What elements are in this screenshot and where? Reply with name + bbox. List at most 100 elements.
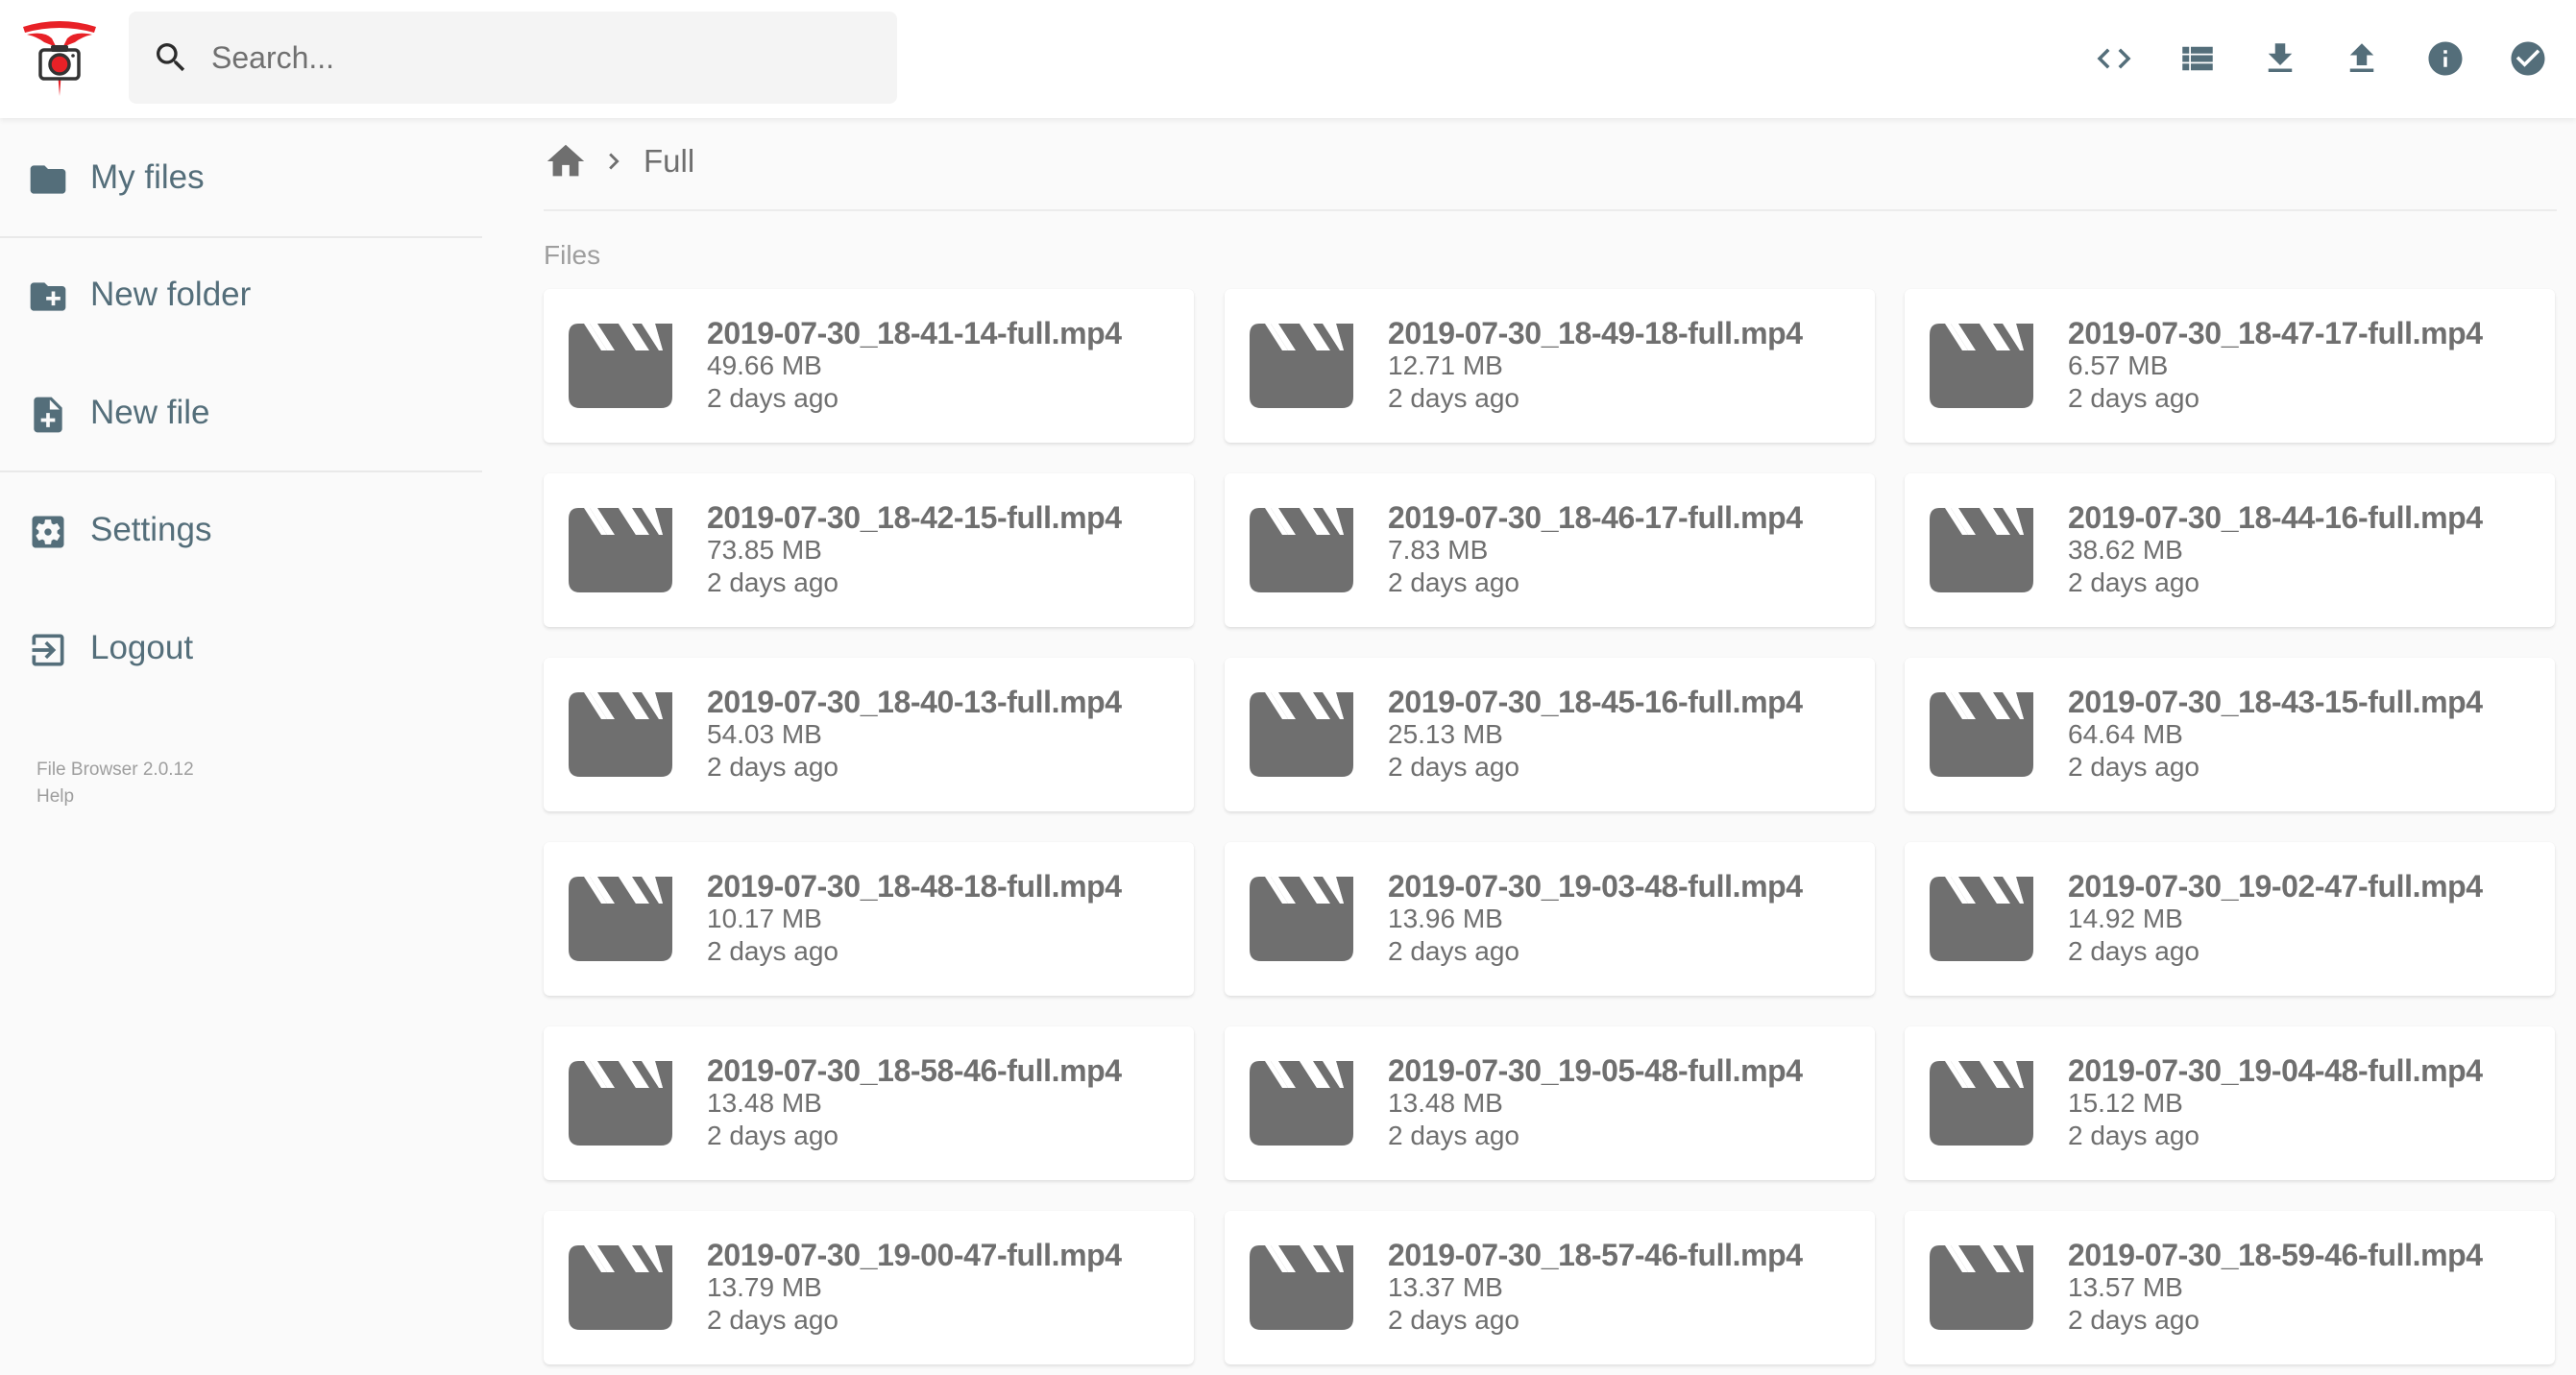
movie-icon [1250, 1061, 1353, 1146]
file-name: 2019-07-30_18-46-17-full.mp4 [1388, 500, 1803, 535]
file-item[interactable]: 2019-07-30_19-03-48-full.mp4 13.96 MB 2 … [1225, 842, 1875, 996]
file-modified: 2 days ago [2068, 1305, 2199, 1335]
movie-icon [1250, 324, 1353, 408]
sidebar-item-settings[interactable]: Settings [0, 492, 482, 568]
exit-to-app-icon [27, 629, 69, 671]
file-size: 25.13 MB [1388, 719, 1503, 749]
sidebar-item-label: My files [90, 158, 205, 196]
app-logo[interactable] [19, 17, 100, 96]
file-item[interactable]: 2019-07-30_18-46-17-full.mp4 7.83 MB 2 d… [1225, 473, 1875, 627]
file-item[interactable]: 2019-07-30_18-59-46-full.mp4 13.57 MB 2 … [1905, 1211, 2555, 1364]
file-name: 2019-07-30_19-03-48-full.mp4 [1388, 869, 1803, 904]
breadcrumb-divider [544, 209, 2557, 211]
file-name: 2019-07-30_18-59-46-full.mp4 [2068, 1238, 2483, 1272]
select-multiple-button[interactable] [2508, 38, 2548, 79]
file-item[interactable]: 2019-07-30_19-00-47-full.mp4 13.79 MB 2 … [544, 1211, 1194, 1364]
file-size: 54.03 MB [707, 719, 822, 749]
download-button[interactable] [2260, 38, 2300, 79]
credits: File Browser 2.0.12 Help [36, 757, 194, 810]
file-name: 2019-07-30_18-48-18-full.mp4 [707, 869, 1122, 904]
file-modified: 2 days ago [1388, 1121, 1519, 1150]
sidebar-item-logout[interactable]: Logout [0, 610, 482, 687]
file-size: 15.12 MB [2068, 1088, 2183, 1118]
file-name: 2019-07-30_19-05-48-full.mp4 [1388, 1053, 1803, 1088]
file-name: 2019-07-30_18-58-46-full.mp4 [707, 1053, 1122, 1088]
movie-icon [1930, 877, 2033, 961]
section-label: Files [544, 240, 601, 270]
file-name: 2019-07-30_18-41-14-full.mp4 [707, 316, 1122, 350]
sidebar: My files New folder New file Settings Lo… [0, 118, 482, 1375]
movie-icon [1930, 508, 2033, 592]
file-item[interactable]: 2019-07-30_18-42-15-full.mp4 73.85 MB 2 … [544, 473, 1194, 627]
file-modified: 2 days ago [2068, 752, 2199, 782]
file-item[interactable]: 2019-07-30_18-41-14-full.mp4 49.66 MB 2 … [544, 289, 1194, 443]
sidebar-item-my-files[interactable]: My files [0, 139, 482, 216]
search-input[interactable] [211, 12, 874, 104]
file-item[interactable]: 2019-07-30_19-04-48-full.mp4 15.12 MB 2 … [1905, 1026, 2555, 1180]
create-new-folder-icon [27, 276, 69, 318]
sidebar-item-new-file[interactable]: New file [0, 374, 482, 451]
breadcrumb-current[interactable]: Full [644, 143, 694, 180]
breadcrumb: Full [544, 134, 694, 188]
check-circle-icon [2511, 41, 2545, 76]
switch-view-button[interactable] [2177, 38, 2218, 79]
file-item[interactable]: 2019-07-30_19-05-48-full.mp4 13.48 MB 2 … [1225, 1026, 1875, 1180]
info-button[interactable] [2425, 38, 2466, 79]
movie-icon [569, 1061, 672, 1146]
folder-icon [27, 158, 69, 201]
file-size: 64.64 MB [2068, 719, 2183, 749]
file-name: 2019-07-30_19-02-47-full.mp4 [2068, 869, 2483, 904]
code-icon [2097, 48, 2131, 69]
file-modified: 2 days ago [707, 1305, 838, 1335]
file-modified: 2 days ago [1388, 936, 1519, 966]
view-list-icon [2182, 46, 2213, 71]
code-button[interactable] [2094, 38, 2134, 79]
file-name: 2019-07-30_18-44-16-full.mp4 [2068, 500, 2483, 535]
version-text: File Browser 2.0.12 [36, 760, 194, 780]
file-size: 12.71 MB [1388, 350, 1503, 380]
info-icon [2428, 41, 2463, 76]
file-name: 2019-07-30_18-45-16-full.mp4 [1388, 685, 1803, 719]
file-item[interactable]: 2019-07-30_19-02-47-full.mp4 14.92 MB 2 … [1905, 842, 2555, 996]
sidebar-item-label: New folder [90, 276, 252, 313]
file-item[interactable]: 2019-07-30_18-57-46-full.mp4 13.37 MB 2 … [1225, 1211, 1875, 1364]
file-name: 2019-07-30_18-40-13-full.mp4 [707, 685, 1122, 719]
file-modified: 2 days ago [707, 383, 838, 413]
file-item[interactable]: 2019-07-30_18-48-18-full.mp4 10.17 MB 2 … [544, 842, 1194, 996]
sidebar-divider [0, 236, 482, 238]
search-bar[interactable] [129, 12, 897, 104]
file-modified: 2 days ago [1388, 1305, 1519, 1335]
file-item[interactable]: 2019-07-30_18-58-46-full.mp4 13.48 MB 2 … [544, 1026, 1194, 1180]
movie-icon [569, 508, 672, 592]
movie-icon [1930, 1245, 2033, 1330]
movie-icon [1930, 324, 2033, 408]
file-item[interactable]: 2019-07-30_18-40-13-full.mp4 54.03 MB 2 … [544, 658, 1194, 811]
movie-icon [569, 692, 672, 777]
movie-icon [1250, 508, 1353, 592]
file-modified: 2 days ago [2068, 1121, 2199, 1150]
file-item[interactable]: 2019-07-30_18-45-16-full.mp4 25.13 MB 2 … [1225, 658, 1875, 811]
file-item[interactable]: 2019-07-30_18-44-16-full.mp4 38.62 MB 2 … [1905, 473, 2555, 627]
sidebar-item-label: New file [90, 394, 210, 431]
sidebar-item-new-folder[interactable]: New folder [0, 256, 482, 333]
movie-icon [1250, 877, 1353, 961]
file-name: 2019-07-30_18-43-15-full.mp4 [2068, 685, 2483, 719]
file-size: 13.48 MB [707, 1088, 822, 1118]
file-modified: 2 days ago [1388, 567, 1519, 597]
movie-icon [1930, 1061, 2033, 1146]
movie-icon [1250, 692, 1353, 777]
movie-icon [569, 1245, 672, 1330]
file-item[interactable]: 2019-07-30_18-47-17-full.mp4 6.57 MB 2 d… [1905, 289, 2555, 443]
file-size: 13.37 MB [1388, 1272, 1503, 1302]
file-size: 13.79 MB [707, 1272, 822, 1302]
file-name: 2019-07-30_18-57-46-full.mp4 [1388, 1238, 1803, 1272]
home-icon[interactable] [544, 139, 588, 183]
file-item[interactable]: 2019-07-30_18-43-15-full.mp4 64.64 MB 2 … [1905, 658, 2555, 811]
file-item[interactable]: 2019-07-30_18-49-18-full.mp4 12.71 MB 2 … [1225, 289, 1875, 443]
upload-button[interactable] [2342, 38, 2382, 79]
help-link[interactable]: Help [36, 784, 194, 810]
chevron-right-icon [597, 145, 630, 178]
tesla-camera-logo-icon [23, 21, 96, 96]
file-modified: 2 days ago [707, 567, 838, 597]
file-modified: 2 days ago [707, 752, 838, 782]
